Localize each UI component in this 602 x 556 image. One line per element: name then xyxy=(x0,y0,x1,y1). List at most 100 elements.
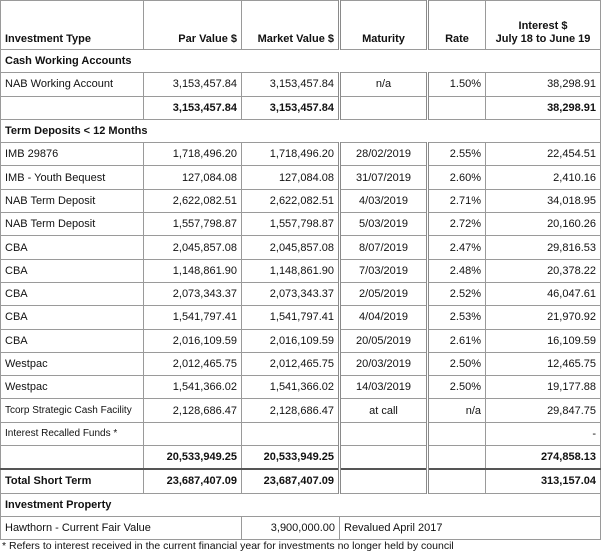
cell-empty xyxy=(338,445,429,470)
cell-par: 2,045,857.08 xyxy=(143,235,242,260)
cell-market: 2,012,465.75 xyxy=(241,351,340,377)
cell-interest: 21,970.92 xyxy=(485,305,601,330)
header-interest-line2: July 18 to June 19 xyxy=(495,33,591,45)
term-subtotal-row: 20,533,949.25 20,533,949.25 274,858.13 xyxy=(0,445,601,470)
cell-maturity: 2/05/2019 xyxy=(338,281,429,307)
cell-maturity: 20/03/2019 xyxy=(338,351,429,377)
total-short-term-par: 23,687,407.09 xyxy=(143,468,242,494)
cell-market: 1,557,798.87 xyxy=(241,212,340,237)
cash-subtotal-market: 3,153,457.84 xyxy=(241,95,340,120)
table-row: Hawthorn - Current Fair Value 3,900,000.… xyxy=(0,515,601,541)
cell-maturity: 28/02/2019 xyxy=(338,142,429,167)
cell-maturity: 7/03/2019 xyxy=(338,258,429,283)
cell-name: CBA xyxy=(0,328,144,353)
cell-rate: 2.48% xyxy=(427,258,486,283)
cell-name: Westpac xyxy=(0,375,144,400)
table-row: CBA 1,541,797.41 1,541,797.41 4/04/2019 2.53… xyxy=(0,305,601,330)
cell-name: NAB Term Deposit xyxy=(0,188,144,214)
cell-market xyxy=(241,421,340,447)
cell-interest: 34,018.95 xyxy=(485,188,601,214)
cell-rate: 2.53% xyxy=(427,305,486,330)
cell-market: 2,128,686.47 xyxy=(241,398,340,423)
section-title: Cash Working Accounts xyxy=(0,48,601,74)
cell-maturity: 31/07/2019 xyxy=(338,165,429,190)
term-subtotal-market: 20,533,949.25 xyxy=(241,445,340,470)
table-row: CBA 2,016,109.59 2,016,109.59 20/05/2019 2.6… xyxy=(0,328,601,353)
cell-name: CBA xyxy=(0,281,144,307)
cell-maturity: 4/04/2019 xyxy=(338,305,429,330)
total-short-term-interest: 313,157.04 xyxy=(485,468,601,494)
cell-interest: 29,847.75 xyxy=(485,398,601,423)
investments-table: Investment Type Par Value $ Market Value… xyxy=(0,0,601,541)
header-interest: Interest $ July 18 to June 19 xyxy=(485,0,601,50)
header-maturity: Maturity xyxy=(338,0,429,50)
cell-empty xyxy=(427,468,486,494)
cash-subtotal-row: 3,153,457.84 3,153,457.84 38,298.91 xyxy=(0,95,601,120)
cell-market: 1,541,366.02 xyxy=(241,375,340,400)
cell-maturity: 8/07/2019 xyxy=(338,235,429,260)
cell-rate: 2.47% xyxy=(427,235,486,260)
table-row: IMB - Youth Bequest 127,084.08 127,084.08 3… xyxy=(0,165,601,190)
cell-name: Interest Recalled Funds * xyxy=(0,421,144,447)
property-note: Revalued April 2017 xyxy=(339,515,601,541)
cell-maturity: 20/05/2019 xyxy=(338,328,429,353)
cell-par: 3,153,457.84 xyxy=(143,72,242,97)
footnote: * Refers to interest received in the cur… xyxy=(2,540,454,552)
header-row: Investment Type Par Value $ Market Value… xyxy=(0,0,601,50)
cell-name: CBA xyxy=(0,258,144,283)
cell-interest: 20,160.26 xyxy=(485,212,601,237)
cell-name: NAB Term Deposit xyxy=(0,212,144,237)
total-short-term-market: 23,687,407.09 xyxy=(241,468,340,494)
cell-par: 2,073,343.37 xyxy=(143,281,242,307)
cell-interest: 19,177.88 xyxy=(485,375,601,400)
header-market-value: Market Value $ xyxy=(241,0,340,50)
cell-maturity: 5/03/2019 xyxy=(338,212,429,237)
cell-interest: 46,047.61 xyxy=(485,281,601,307)
cell-market: 1,148,861.90 xyxy=(241,258,340,283)
cell-rate: 2.52% xyxy=(427,281,486,307)
total-short-term-label: Total Short Term xyxy=(0,468,144,494)
table-row: CBA 1,148,861.90 1,148,861.90 7/03/2019 2.48… xyxy=(0,258,601,283)
cell-interest: - xyxy=(485,421,601,447)
cell-rate: 2.60% xyxy=(427,165,486,190)
table-row: Westpac 2,012,465.75 2,012,465.75 20/03/201… xyxy=(0,351,601,377)
cell-rate: 2.72% xyxy=(427,212,486,237)
cash-subtotal-interest: 38,298.91 xyxy=(485,95,601,120)
total-short-term-row: Total Short Term 23,687,407.09 23,687,40… xyxy=(0,468,601,494)
cell-empty xyxy=(0,95,144,120)
cell-market: 2,016,109.59 xyxy=(241,328,340,353)
section-title: Term Deposits < 12 Months xyxy=(0,118,601,144)
property-name: Hawthorn - Current Fair Value xyxy=(0,515,242,541)
cell-rate: 2.50% xyxy=(427,351,486,377)
cell-name: IMB - Youth Bequest xyxy=(0,165,144,190)
cell-market: 127,084.08 xyxy=(241,165,340,190)
cell-interest: 20,378.22 xyxy=(485,258,601,283)
cell-name: CBA xyxy=(0,305,144,330)
cell-empty xyxy=(338,95,429,120)
cell-empty xyxy=(0,445,144,470)
cell-interest: 29,816.53 xyxy=(485,235,601,260)
cell-market: 3,153,457.84 xyxy=(241,72,340,97)
cell-par: 1,148,861.90 xyxy=(143,258,242,283)
cell-par: 2,016,109.59 xyxy=(143,328,242,353)
section-cash-working-accounts: Cash Working Accounts xyxy=(0,48,601,74)
table-row: Tcorp Strategic Cash Facility 2,128,686.4… xyxy=(0,398,601,423)
cell-rate: 1.50% xyxy=(427,72,486,97)
cell-maturity: at call xyxy=(338,398,429,423)
cell-interest: 12,465.75 xyxy=(485,351,601,377)
header-interest-line1: Interest $ xyxy=(518,20,568,32)
cell-rate: 2.50% xyxy=(427,375,486,400)
cell-market: 2,622,082.51 xyxy=(241,188,340,214)
section-term-deposits: Term Deposits < 12 Months xyxy=(0,118,601,144)
cell-interest: 38,298.91 xyxy=(485,72,601,97)
cell-interest: 22,454.51 xyxy=(485,142,601,167)
property-market: 3,900,000.00 xyxy=(241,515,340,541)
table-row: CBA 2,073,343.37 2,073,343.37 2/05/2019 2.52… xyxy=(0,281,601,307)
cell-maturity: 14/03/2019 xyxy=(338,375,429,400)
cell-par: 1,718,496.20 xyxy=(143,142,242,167)
cell-empty xyxy=(338,468,429,494)
cell-par: 1,541,797.41 xyxy=(143,305,242,330)
cell-par: 2,128,686.47 xyxy=(143,398,242,423)
cell-maturity xyxy=(338,421,429,447)
cell-name: Tcorp Strategic Cash Facility xyxy=(0,398,144,423)
